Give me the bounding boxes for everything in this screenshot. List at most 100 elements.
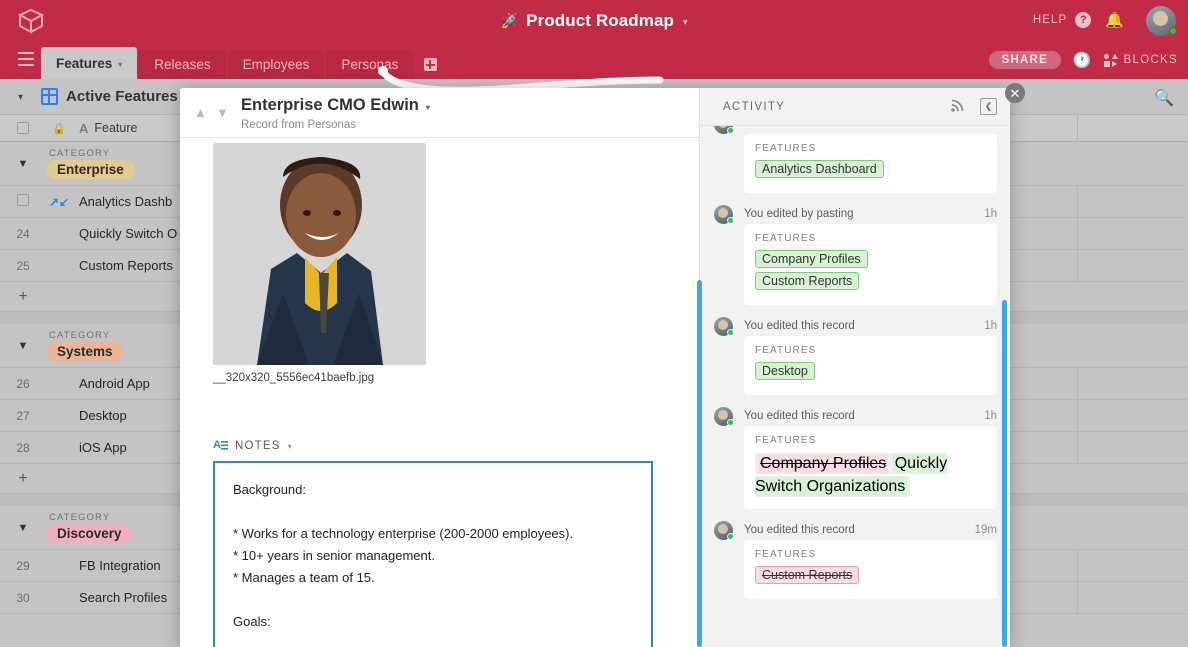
- attachment-thumbnail[interactable]: [213, 143, 426, 365]
- activity-meta: You edited by pasting 1h: [714, 204, 997, 224]
- group-field-label: CATEGORY: [49, 330, 111, 341]
- chevron-down-icon[interactable]: ▾: [288, 442, 292, 451]
- help-group[interactable]: HELP ? 🔔: [1033, 11, 1124, 29]
- activity-card: FEATURES Company Profiles Quickly Switch…: [744, 426, 997, 509]
- row-number: 24: [16, 226, 30, 241]
- app-title-group: 🚀 Product Roadmap ▾: [0, 0, 1188, 42]
- activity-field-label: FEATURES: [755, 233, 817, 244]
- online-status-dot: [727, 127, 734, 134]
- record-panel-scrollbar[interactable]: [697, 280, 702, 647]
- blocks-label: BLOCKS: [1123, 54, 1178, 66]
- column-label: Feature: [94, 121, 138, 135]
- activity-item: FEATURES Analytics Dashboard: [700, 126, 1010, 193]
- activity-meta: [714, 126, 997, 134]
- activity-item: You edited this record 1h FEATURES Deskt…: [700, 316, 1010, 395]
- chevron-up-icon[interactable]: ▲: [194, 105, 207, 120]
- notes-line: * Works for a technology enterprise (200…: [233, 526, 574, 541]
- online-status-dot: [727, 217, 734, 224]
- activity-field-label: FEATURES: [755, 143, 817, 154]
- activity-actor: You edited by pasting: [744, 208, 854, 220]
- header-tools: SHARE 🕐 BLOCKS: [988, 51, 1178, 69]
- share-button[interactable]: SHARE: [988, 51, 1061, 69]
- help-label[interactable]: HELP: [1033, 14, 1067, 26]
- notes-line: * Manages a team of 15.: [233, 570, 375, 585]
- table-tabs: Features ▾ Releases Employees Personas: [41, 42, 445, 79]
- chevron-down-icon[interactable]: ▾: [18, 92, 23, 103]
- close-icon[interactable]: ✕: [1005, 83, 1025, 103]
- activity-meta: You edited this record 1h: [714, 406, 997, 426]
- row-number: 29: [16, 558, 30, 573]
- feature-tag-added: Desktop: [755, 362, 815, 380]
- record-modal-header: ▲ ▼ Enterprise CMO Edwin ▾ Record from P…: [180, 88, 699, 138]
- activity-card: FEATURES Custom Reports: [744, 540, 997, 599]
- chevron-down-icon[interactable]: ▾: [683, 17, 688, 28]
- record-title: Enterprise CMO Edwin: [241, 96, 419, 114]
- row-checkbox[interactable]: [0, 194, 46, 209]
- history-clock-icon[interactable]: 🕐: [1073, 51, 1092, 69]
- activity-item: You edited by pasting 1h FEATURES Compan…: [700, 204, 1010, 305]
- cube-logo-icon[interactable]: [14, 6, 48, 36]
- tab-label: Features: [56, 55, 113, 71]
- question-mark-icon[interactable]: ?: [1075, 12, 1092, 28]
- activity-list[interactable]: FEATURES Analytics Dashboard You edited …: [700, 126, 1010, 647]
- rocket-icon: 🚀: [500, 13, 520, 30]
- activity-actor: You edited this record: [744, 524, 855, 536]
- chevron-down-icon[interactable]: ▼: [216, 105, 229, 120]
- group-collapse-icon[interactable]: ▼: [0, 158, 46, 170]
- search-icon[interactable]: 🔍: [1154, 88, 1174, 108]
- activity-panel-scrollbar[interactable]: [1002, 300, 1007, 647]
- group-value-pill: Discovery: [46, 524, 133, 543]
- lock-icon: 🔒: [52, 122, 66, 135]
- tab-features[interactable]: Features ▾: [41, 47, 138, 79]
- activity-field-label: FEATURES: [755, 435, 817, 446]
- activity-time: 1h: [984, 208, 997, 220]
- notes-line: Background:: [233, 482, 306, 497]
- activity-time: 1h: [984, 320, 997, 332]
- expand-record-icon[interactable]: ↗↙: [46, 195, 72, 209]
- blocks-button[interactable]: BLOCKS: [1103, 53, 1178, 67]
- record-nav-arrows[interactable]: ▲ ▼: [194, 105, 229, 120]
- hamburger-menu-icon[interactable]: [18, 52, 34, 66]
- view-name[interactable]: Active Features: [66, 88, 178, 105]
- feature-diff: Company Profiles Quickly Switch Organiza…: [755, 453, 948, 497]
- activity-field-label: FEATURES: [755, 345, 817, 356]
- tab-label: Employees: [242, 57, 310, 72]
- activity-header: ACTIVITY ❮: [700, 88, 1010, 126]
- tab-personas[interactable]: Personas: [326, 50, 414, 79]
- activity-card: FEATURES Analytics Dashboard: [744, 134, 997, 193]
- activity-time: 19m: [974, 524, 997, 536]
- chevron-down-icon[interactable]: ▾: [118, 60, 122, 69]
- notes-line: * 10+ years in senior management.: [233, 548, 435, 563]
- feature-tag-removed: Company Profiles: [758, 454, 889, 473]
- notes-field-label: NOTES: [235, 440, 281, 452]
- collapse-panel-icon[interactable]: ❮: [980, 98, 997, 115]
- group-value-pill: Enterprise: [46, 160, 135, 179]
- bell-icon[interactable]: 🔔: [1105, 11, 1124, 29]
- notes-line: [233, 589, 633, 611]
- notes-textarea[interactable]: Background: * Works for a technology ent…: [213, 461, 653, 647]
- activity-actor: You edited this record: [744, 410, 855, 422]
- group-field-label: CATEGORY: [49, 512, 111, 523]
- group-collapse-icon[interactable]: ▼: [0, 340, 46, 352]
- attachment-filename: __320x320_5556ec41baefb.jpg: [213, 372, 375, 384]
- row-number: 26: [16, 376, 30, 391]
- rss-feed-icon[interactable]: [951, 98, 965, 115]
- select-all-checkbox[interactable]: [0, 122, 46, 134]
- notes-field-label-row[interactable]: A NOTES ▾: [213, 438, 292, 454]
- page-title[interactable]: Product Roadmap: [526, 11, 674, 31]
- tab-releases[interactable]: Releases: [139, 50, 226, 79]
- activity-card: FEATURES Company Profiles Custom Reports: [744, 224, 997, 305]
- online-status-dot: [1169, 27, 1177, 35]
- activity-meta: You edited this record 1h: [714, 316, 997, 336]
- row-number: 27: [16, 408, 30, 423]
- plus-icon[interactable]: +: [0, 288, 46, 306]
- add-table-icon[interactable]: [415, 50, 445, 79]
- plus-icon[interactable]: +: [0, 470, 46, 488]
- chevron-down-icon[interactable]: ▾: [426, 103, 430, 112]
- grid-view-icon[interactable]: [41, 88, 58, 105]
- tab-bar: Features ▾ Releases Employees Personas S…: [0, 42, 1188, 79]
- tab-employees[interactable]: Employees: [227, 50, 325, 79]
- blocks-icon: [1103, 53, 1119, 67]
- group-collapse-icon[interactable]: ▼: [0, 522, 46, 534]
- long-text-field-icon: A: [213, 438, 228, 454]
